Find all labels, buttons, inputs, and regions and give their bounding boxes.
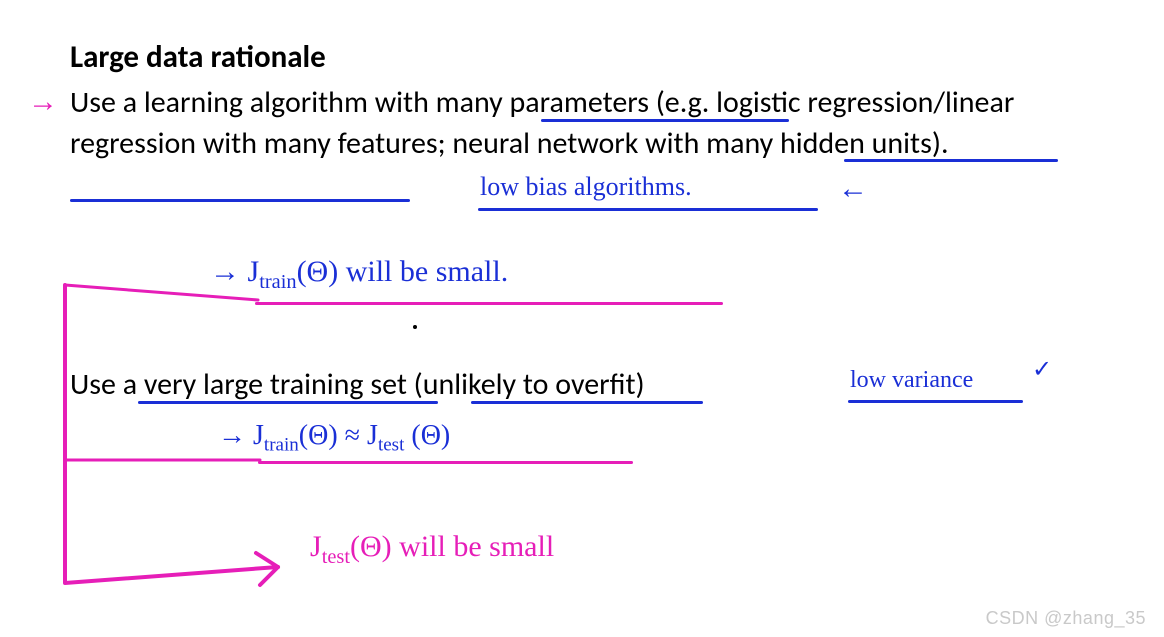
jtrain-theta: (Θ) [297,255,339,288]
dot-icon [413,325,417,329]
annotation-low-bias: low bias algorithms. [480,172,692,202]
annotation-jtrain-approx-jtest: → Jtrain(Θ) ≈ Jtest (Θ) [218,420,450,457]
underline-low-variance [848,400,1023,403]
underline-unlikely-overfit [471,401,703,404]
paragraph-2: Use a very large training set (unlikely … [70,365,880,406]
jtest-prefix: J [310,530,322,563]
annotation-jtrain-small: → Jtrain(Θ) will be small. [210,255,508,294]
slide-title: Large data rationale [70,38,326,76]
arrow-back-to-para1-icon: ← [838,172,868,206]
annotation-jtest-small: Jtest(Θ) will be small [310,530,554,569]
underline-jtrain-jtest [258,461,633,464]
equiv-arrow: → J [218,420,264,451]
watermark: CSDN @zhang_35 [986,608,1146,629]
checkmark-icon: ✓ [1032,355,1052,384]
equiv-sub1: train [264,435,299,456]
underline-very-large-training [138,401,438,404]
underline-jtrain-small [255,302,723,305]
annotation-low-variance: low variance [850,367,973,394]
jtrain-arrow: → J [210,255,259,288]
jtrain-sub: train [259,271,296,293]
arrow-to-para1-icon: → [28,85,58,119]
jtest-suffix: will be small [392,530,554,563]
paragraph-1: Use a learning algorithm with many param… [70,83,1070,164]
jtest-sub: test [322,546,350,568]
underline-many-parameters [541,119,789,122]
jtest-theta: (Θ) [350,530,392,563]
slide-container: Large data rationale → Use a learning al… [0,0,1164,637]
jtrain-suffix: will be small. [338,255,508,288]
underline-neural-network [844,159,1058,162]
underline-hidden-units [70,199,410,202]
equiv-mid: (Θ) ≈ J [299,420,378,451]
underline-low-bias [478,208,818,211]
equiv-end: (Θ) [404,420,450,451]
equiv-sub2: test [378,435,404,456]
